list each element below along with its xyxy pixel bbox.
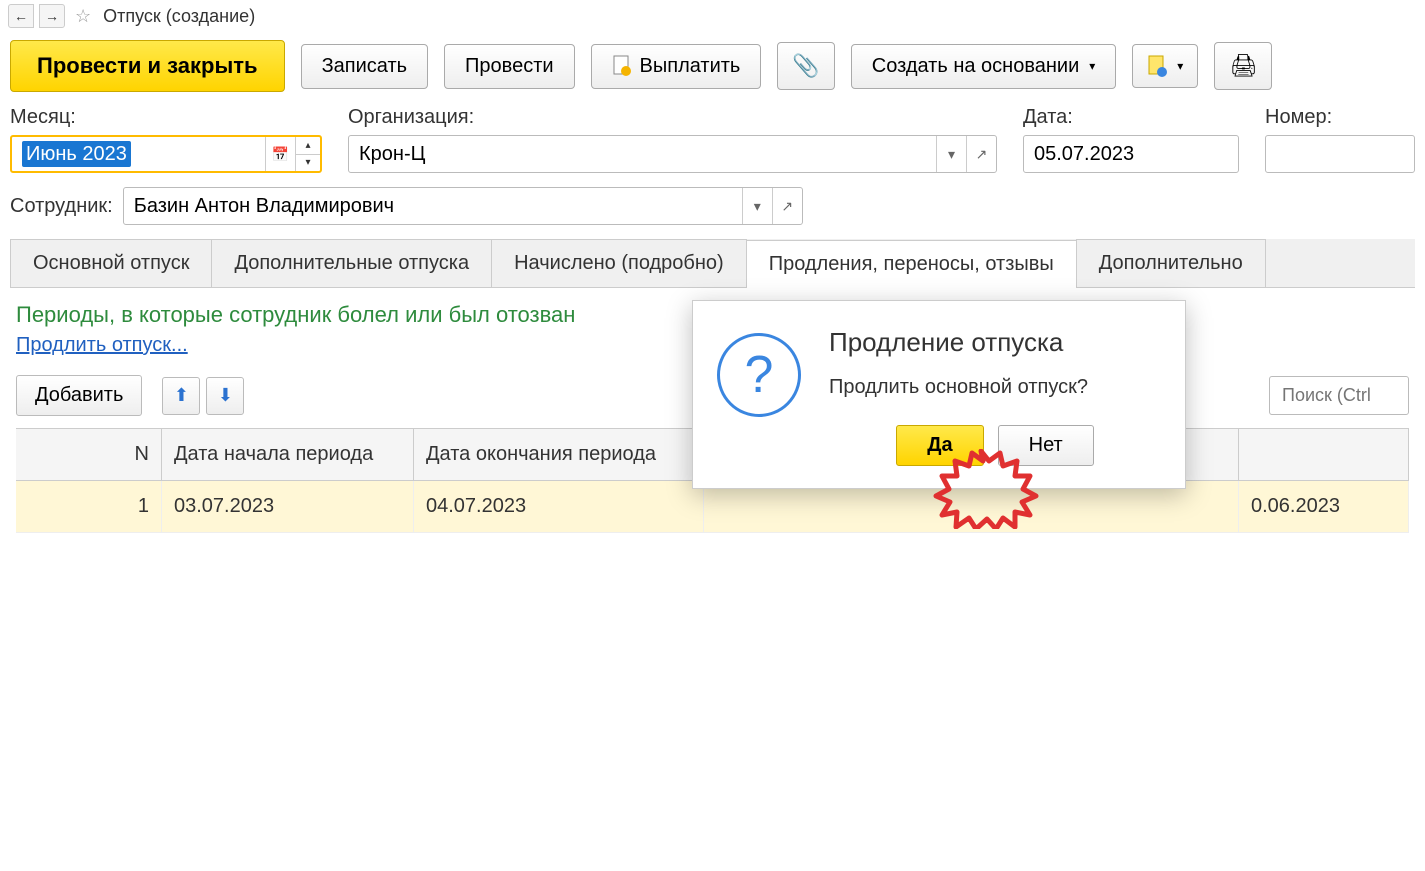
col-header-n[interactable]: N [16,429,162,480]
cell-date2: 0.06.2023 [1239,481,1409,532]
move-up-button[interactable]: ⬆ [162,377,200,415]
nav-forward-button[interactable]: → [39,4,65,28]
save-button[interactable]: Записать [301,44,428,89]
add-row-button[interactable]: Добавить [16,375,142,416]
month-input-wrap[interactable]: Июнь 2023 📅 ▴ ▾ [10,135,322,173]
document-plus-icon [1147,55,1167,77]
month-down-button[interactable]: ▾ [296,155,320,172]
cell-n: 1 [16,481,162,532]
tab-accrued[interactable]: Начислено (подробно) [491,239,747,287]
cell-end: 04.07.2023 [414,481,704,532]
org-input[interactable] [349,136,936,172]
month-input[interactable]: Июнь 2023 [12,137,265,171]
dialog-yes-button[interactable]: Да [896,425,983,466]
pay-button[interactable]: Выплатить [591,44,762,89]
number-input-wrap[interactable] [1265,135,1415,173]
org-input-wrap[interactable]: ▾ ↗ [348,135,997,173]
nav-back-button[interactable]: ← [8,4,34,28]
date-label: Дата: [1023,106,1239,129]
employee-input[interactable] [124,188,742,224]
employee-dropdown-icon[interactable]: ▾ [742,188,772,224]
create-based-on-button[interactable]: Создать на основании ▾ [851,44,1117,89]
number-label: Номер: [1265,106,1415,129]
date-input-wrap[interactable]: 📅 [1023,135,1239,173]
calendar-icon[interactable]: 📅 [265,137,295,171]
favorite-star-icon[interactable]: ☆ [75,6,91,27]
question-icon: ? [717,333,801,417]
cell-start: 03.07.2023 [162,481,414,532]
number-input[interactable] [1266,136,1425,172]
search-input[interactable] [1269,376,1409,415]
print-button[interactable]: 🖨 [1214,42,1272,90]
extend-vacation-link[interactable]: Продлить отпуск... [16,334,188,356]
month-up-button[interactable]: ▴ [296,137,320,155]
tab-additional[interactable]: Дополнительно [1076,239,1266,287]
employee-label: Сотрудник: [10,195,113,218]
move-down-button[interactable]: ⬇ [206,377,244,415]
confirm-dialog: ? Продление отпуска Продлить основной от… [692,300,1186,489]
col-header-date2[interactable] [1239,429,1409,480]
col-header-end[interactable]: Дата окончания периода [414,429,704,480]
month-label: Месяц: [10,106,322,129]
dialog-title: Продление отпуска [829,327,1161,358]
chevron-down-icon: ▾ [1177,59,1183,73]
paperclip-icon: 📎 [792,53,819,79]
doc-action-button[interactable]: ▾ [1132,44,1198,88]
document-icon [612,55,632,77]
dialog-message: Продлить основной отпуск? [829,376,1161,399]
window-title: Отпуск (создание) [103,6,255,27]
org-open-icon[interactable]: ↗ [966,136,996,172]
chevron-down-icon: ▾ [1089,59,1095,73]
col-header-start[interactable]: Дата начала периода [162,429,414,480]
tabs: Основной отпуск Дополнительные отпуска Н… [10,239,1415,288]
tab-additional-vacations[interactable]: Дополнительные отпуска [211,239,492,287]
org-dropdown-icon[interactable]: ▾ [936,136,966,172]
printer-icon: 🖨 [1229,53,1257,79]
post-and-close-button[interactable]: Провести и закрыть [10,40,285,92]
attach-button[interactable]: 📎 [777,42,834,90]
dialog-no-button[interactable]: Нет [998,425,1094,466]
tab-extensions[interactable]: Продления, переносы, отзывы [746,240,1077,288]
employee-input-wrap[interactable]: ▾ ↗ [123,187,803,225]
employee-open-icon[interactable]: ↗ [772,188,802,224]
post-button[interactable]: Провести [444,44,574,89]
org-label: Организация: [348,106,997,129]
tab-main-vacation[interactable]: Основной отпуск [10,239,212,287]
